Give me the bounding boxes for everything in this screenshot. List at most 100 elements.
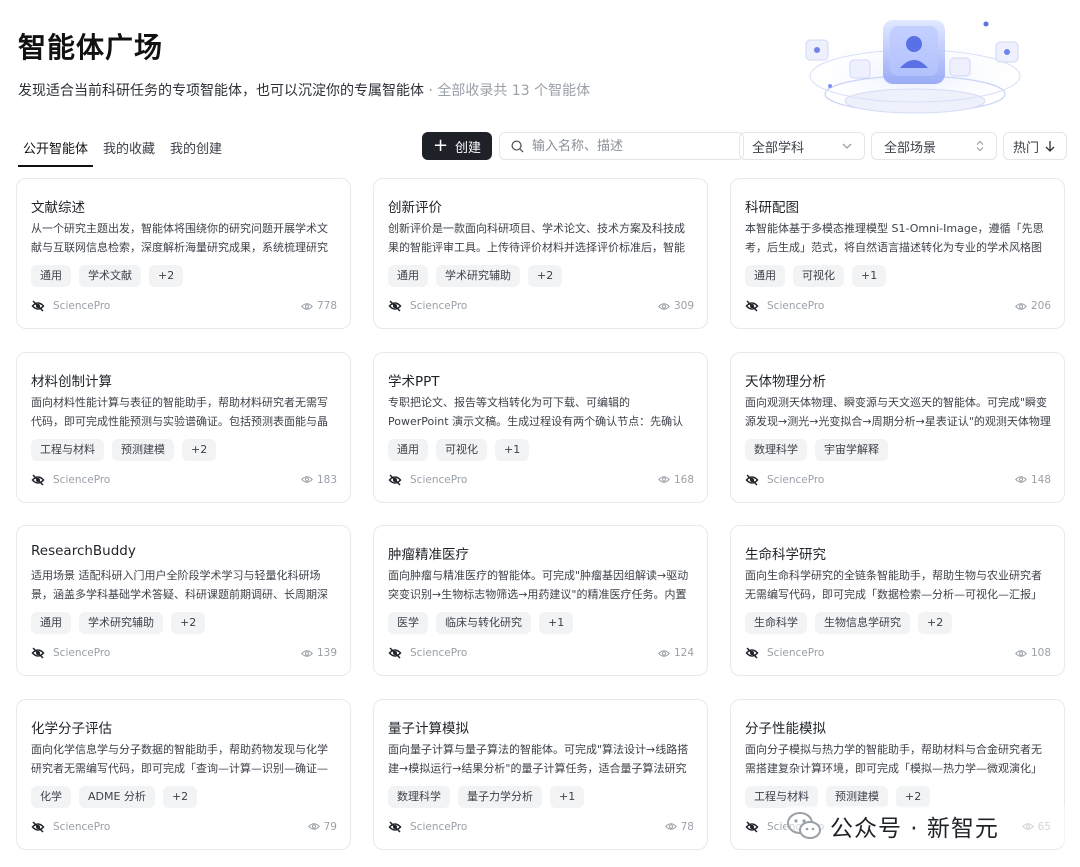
wechat-icon xyxy=(787,812,821,839)
agent-card-tag: +1 xyxy=(539,612,574,634)
agent-card-tag: 通用 xyxy=(31,265,71,287)
agent-card-tag: 通用 xyxy=(388,265,428,287)
eye-icon xyxy=(658,476,670,483)
agent-card-tag: 数理科学 xyxy=(388,785,450,808)
agent-card-tags: 通用 可视化 +1 xyxy=(745,265,887,287)
agent-card-footer: SciencePro 139 xyxy=(31,646,337,660)
agent-card-description: 面向量子计算与量子算法的智能体。可完成"算法设计→线路搭建→模拟运行→结果分析"… xyxy=(388,742,689,775)
agent-card-tag: +2 xyxy=(918,612,953,634)
agent-card-tag: 数理科学 xyxy=(745,438,807,461)
agent-card-description: 面向材料性能计算与表征的智能助手，帮助材料研究者无需写代码，即可完成性能预测与实… xyxy=(31,395,328,428)
agent-card-tag: +1 xyxy=(852,265,887,287)
agent-card[interactable]: 创新评价 创新评价是一款面向科研项目、学术论文、技术方案及科技成果的智能评审工具… xyxy=(373,178,708,329)
agent-card[interactable]: 肿瘤精准医疗 面向肿瘤与精准医疗的智能体。可完成"肿瘤基因组解读→驱动突变识别→… xyxy=(373,525,708,676)
agent-card-footer: SciencePro 108 xyxy=(745,646,1051,660)
view-count-value: 139 xyxy=(316,647,337,659)
sciencepro-logo-icon xyxy=(31,473,45,486)
agent-card[interactable]: 量子计算模拟 面向量子计算与量子算法的智能体。可完成"算法设计→线路搭建→模拟运… xyxy=(373,698,708,850)
page-title: 智能体广场 xyxy=(18,31,164,64)
agent-card-footer: SciencePro 183 xyxy=(31,473,337,487)
agent-card-tag: 通用 xyxy=(745,265,785,287)
agent-card-tag: +2 xyxy=(896,785,931,808)
eye-icon xyxy=(664,823,677,830)
agent-card-tags: 通用 学术研究辅助 +2 xyxy=(388,265,563,287)
eye-icon xyxy=(1015,476,1027,483)
agent-card-title: 分子性能模拟 xyxy=(745,720,826,737)
page-subtitle: 发现适合当前科研任务的专项智能体，也可以沉淀你的专属智能体 · 全部收录共 13… xyxy=(18,80,590,100)
sciencepro-logo-icon xyxy=(31,647,45,659)
agent-card-title: 肿瘤精准医疗 xyxy=(388,547,469,563)
agent-card-org: SciencePro xyxy=(53,820,111,833)
search-input[interactable] xyxy=(530,137,724,155)
sciencepro-logo-icon xyxy=(388,300,402,312)
agent-card-description: 面向观测天体物理、瞬变源与天文巡天的智能体。可完成"瞬变源发现→测光→光变拟合→… xyxy=(745,395,1051,428)
agent-card-tags: 工程与材料 预测建模 +2 xyxy=(31,438,217,461)
agent-card-tag: +2 xyxy=(171,612,206,634)
toolbar: + 创建 全部学科 全部场景 热门 xyxy=(0,132,1080,160)
agent-card-title: 科研配图 xyxy=(745,200,799,216)
agent-card-footer: SciencePro 206 xyxy=(745,299,1051,313)
create-button[interactable]: + 创建 xyxy=(422,132,492,160)
agent-card[interactable]: 文献综述 从一个研究主题出发，智能体将围绕你的研究问题开展学术文献与互联网信息检… xyxy=(16,178,351,329)
sort-arrows-icon xyxy=(976,140,984,152)
agent-card-footer: SciencePro 168 xyxy=(388,473,694,487)
view-count-value: 124 xyxy=(673,647,694,659)
sort-value: 热门 xyxy=(1013,140,1040,156)
agent-card-tag: 学术研究辅助 xyxy=(436,265,520,287)
agent-card-tag: 可视化 xyxy=(793,265,844,287)
page-header: 智能体广场 发现适合当前科研任务的专项智能体，也可以沉淀你的专属智能体 · 全部… xyxy=(18,26,590,100)
search-box xyxy=(499,132,744,160)
agent-card[interactable]: 天体物理分析 面向观测天体物理、瞬变源与天文巡天的智能体。可完成"瞬变源发现→测… xyxy=(730,351,1065,503)
watermark-text: 公众号 · 新智元 xyxy=(830,816,999,842)
agent-card-tag: 临床与转化研究 xyxy=(436,612,531,634)
agent-card-tag: 学术文献 xyxy=(79,265,141,287)
agent-card-org: SciencePro xyxy=(53,473,111,486)
eye-icon xyxy=(1015,649,1027,657)
agent-card[interactable]: ResearchBuddy 适用场景 适配科研入门用户全阶段学术学习与轻量化科研… xyxy=(16,525,351,676)
agent-card[interactable]: 生命科学研究 面向生命科学研究的全链条智能助手，帮助生物与农业研究者无需编写代码… xyxy=(730,525,1065,676)
agent-card-description: 适用场景 适配科研入门用户全阶段学术学习与轻量化科研场景，涵盖多学科基础学术答疑… xyxy=(31,569,328,601)
subtitle-separator: · xyxy=(424,83,438,99)
eye-icon xyxy=(301,649,313,657)
eye-icon xyxy=(307,823,320,830)
agent-card-tags: 化学 ADME 分析 +2 xyxy=(31,785,198,808)
agent-card-tag: +2 xyxy=(162,785,198,808)
agent-card-title: 学术PPT xyxy=(388,373,440,390)
agent-card-tag: 学术研究辅助 xyxy=(79,612,163,634)
agent-card-tags: 数理科学 量子力学分析 +1 xyxy=(388,785,585,808)
agent-card-tag: +2 xyxy=(149,265,184,287)
agent-card-title: 创新评价 xyxy=(388,200,442,216)
agent-card-org: SciencePro xyxy=(410,820,468,833)
agent-card[interactable]: 化学分子评估 面向化学信息学与分子数据的智能助手，帮助药物发现与化学研究者无需编… xyxy=(16,698,351,850)
agent-card[interactable]: 材料创制计算 面向材料性能计算与表征的智能助手，帮助材料研究者无需写代码，即可完… xyxy=(16,351,351,503)
subject-filter-select[interactable]: 全部学科 xyxy=(739,132,865,160)
agent-card-tag: +1 xyxy=(495,438,530,461)
agent-card-description: 从一个研究主题出发，智能体将围绕你的研究问题开展学术文献与互联网信息检索，深度解… xyxy=(31,222,328,254)
agent-card-footer: SciencePro 79 xyxy=(31,820,337,834)
scene-filter-select[interactable]: 全部场景 xyxy=(871,132,997,160)
wechat-watermark: 公众号 · 新智元 xyxy=(786,806,1076,846)
arrow-down-icon xyxy=(1045,141,1055,152)
agent-card[interactable]: 科研配图 本智能体基于多模态推理模型 S1-Omni-Image，遵循「先思考，… xyxy=(730,178,1065,329)
agent-card-footer: SciencePro 78 xyxy=(388,820,694,834)
agent-card-description: 面向分子模拟与热力学的智能助手，帮助材料与合金研究者无需搭建复杂计算环境，即可完… xyxy=(745,742,1042,775)
agent-card-tag: 通用 xyxy=(31,612,71,634)
agent-card-tags: 生命科学 生物信息学研究 +2 xyxy=(745,612,953,634)
sciencepro-logo-icon xyxy=(388,647,402,659)
agent-card-tag: ADME 分析 xyxy=(79,785,155,808)
agent-card-description: 面向肿瘤与精准医疗的智能体。可完成"肿瘤基因组解读→驱动突变识别→生物标志物筛选… xyxy=(388,569,689,601)
subject-filter-value: 全部学科 xyxy=(752,140,805,156)
agent-card-title: 量子计算模拟 xyxy=(388,720,469,737)
agent-card-footer: SciencePro 778 xyxy=(31,299,337,313)
agent-card-org: SciencePro xyxy=(53,300,111,312)
agent-card-description: 创新评价是一款面向科研项目、学术论文、技术方案及科技成果的智能评审工具。上传待评… xyxy=(388,222,685,254)
agent-count: 全部收录共 13 个智能体 xyxy=(437,83,591,99)
view-count: 79 xyxy=(307,820,337,833)
view-count: 778 xyxy=(301,300,337,312)
view-count-value: 79 xyxy=(323,820,337,833)
agent-card[interactable]: 学术PPT 专职把论文、报告等文档转化为可下载、可编辑的 PowerPoint … xyxy=(373,351,708,503)
subtitle-text: 发现适合当前科研任务的专项智能体，也可以沉淀你的专属智能体 xyxy=(18,83,424,99)
view-count-value: 309 xyxy=(673,300,694,312)
sort-select[interactable]: 热门 xyxy=(1003,132,1067,160)
agent-card-title: 天体物理分析 xyxy=(745,373,826,390)
